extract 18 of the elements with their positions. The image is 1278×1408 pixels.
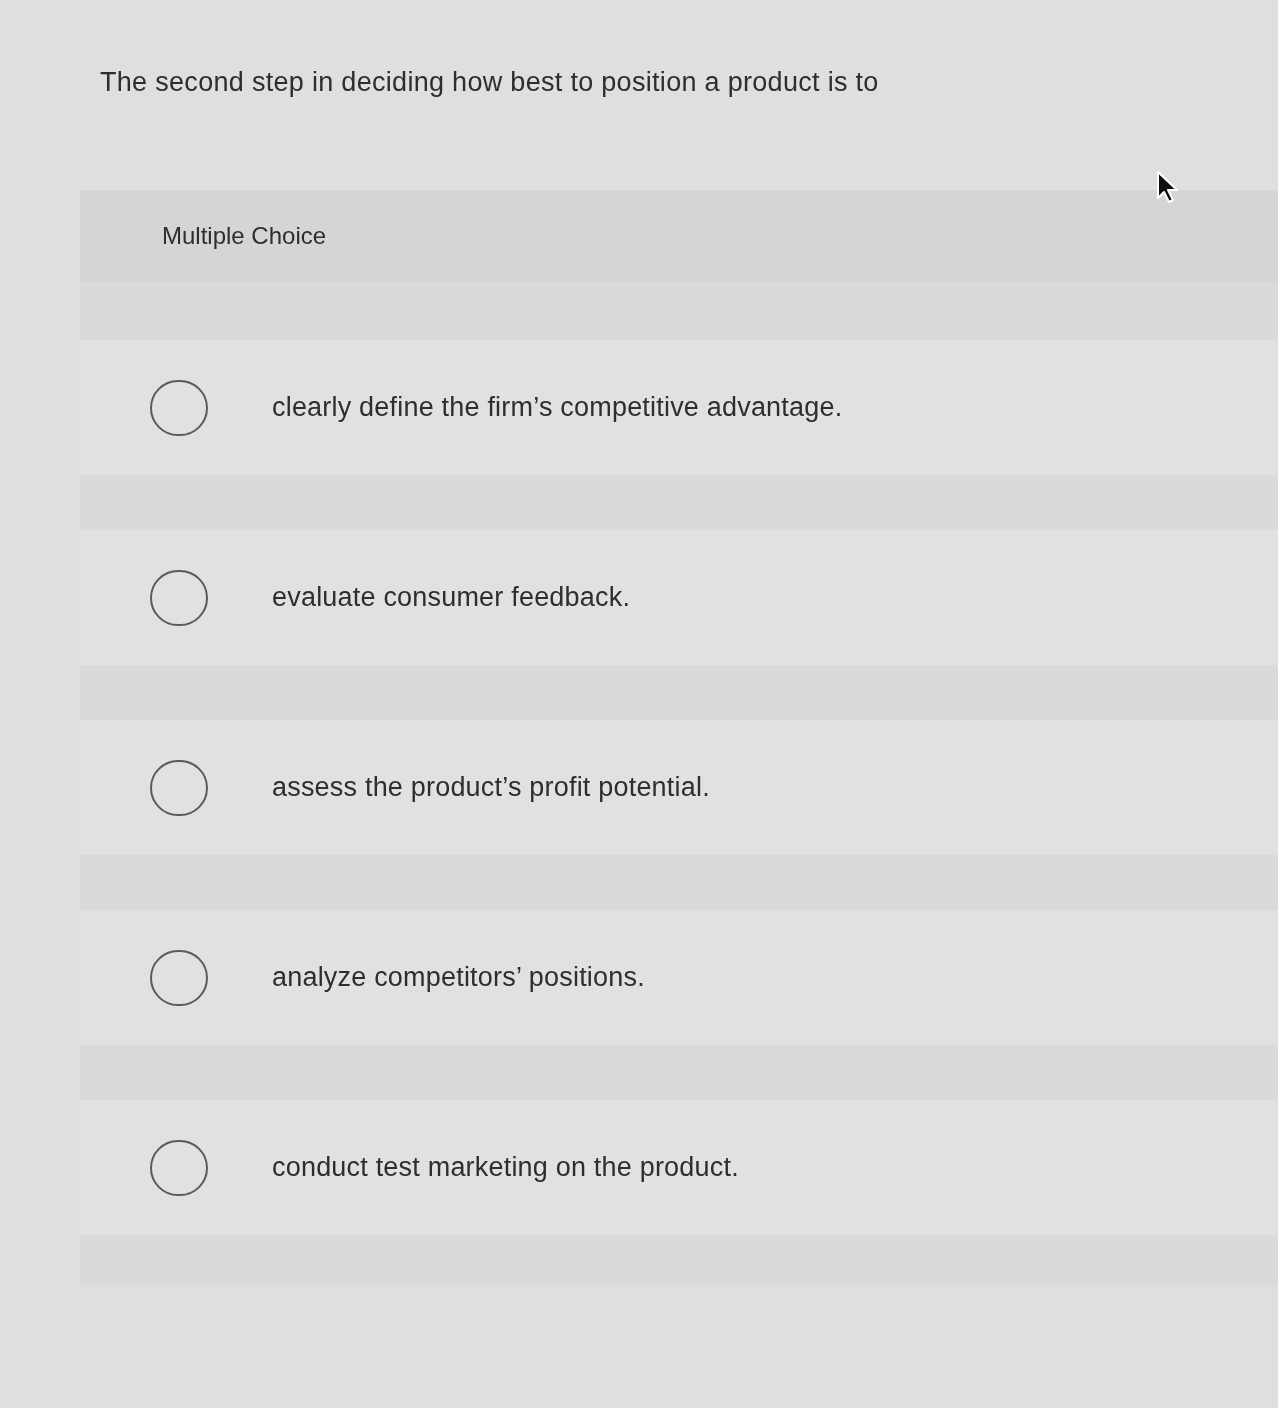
radio-button[interactable] <box>150 379 208 436</box>
radio-button[interactable] <box>150 759 208 816</box>
question-text: The second step in deciding how best to position a product is to <box>100 66 880 99</box>
option-label: assess the product’s profit potential. <box>272 771 710 805</box>
option-row[interactable]: evaluate consumer feedback. <box>80 530 1278 665</box>
radio-button[interactable] <box>150 1139 208 1196</box>
option-row[interactable]: assess the product’s profit potential. <box>80 720 1278 855</box>
option-row[interactable]: conduct test marketing on the product. <box>80 1100 1278 1235</box>
option-label: conduct test marketing on the product. <box>272 1151 739 1185</box>
question-type-label: Multiple Choice <box>162 221 327 251</box>
option-row[interactable]: clearly define the firm’s competitive advantage. <box>80 340 1278 475</box>
option-label: analyze competitors’ positions. <box>272 961 645 995</box>
option-label: evaluate consumer feedback. <box>272 581 631 615</box>
radio-button[interactable] <box>150 949 208 1006</box>
pointer-icon <box>1156 170 1180 204</box>
option-label: clearly define the firm’s competitive advantage. <box>272 391 843 425</box>
radio-button[interactable] <box>150 569 208 626</box>
option-row[interactable]: analyze competitors’ positions. <box>80 910 1278 1045</box>
